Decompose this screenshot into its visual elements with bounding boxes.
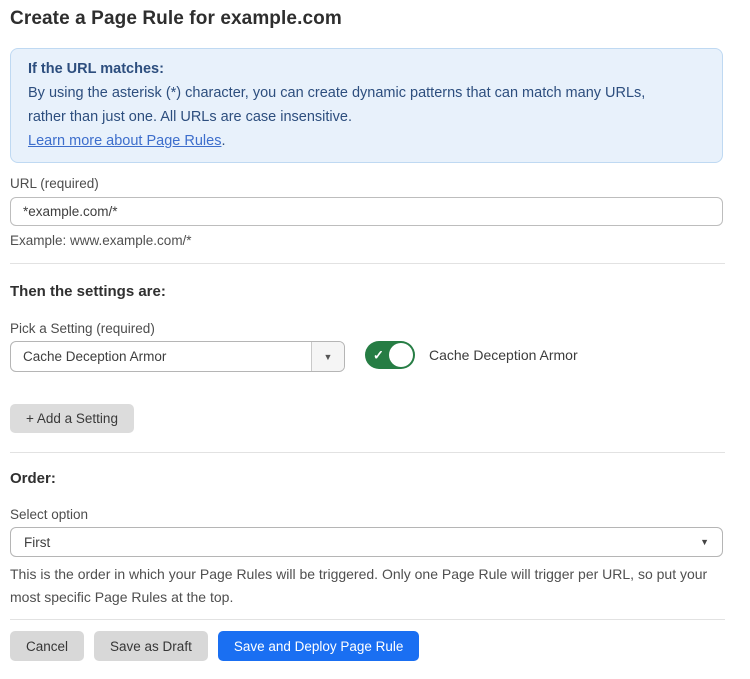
learn-more-link[interactable]: Learn more about Page Rules <box>28 133 221 149</box>
check-icon: ✓ <box>373 349 384 362</box>
chevron-down-icon: ▼ <box>324 352 333 362</box>
setting-dropdown[interactable]: Cache Deception Armor ▼ <box>10 341 345 372</box>
info-box-heading: If the URL matches: <box>28 57 705 81</box>
save-and-deploy-button[interactable]: Save and Deploy Page Rule <box>218 631 420 661</box>
info-box-body-line1: By using the asterisk (*) character, you… <box>28 81 705 105</box>
page-title: Create a Page Rule for example.com <box>10 8 342 30</box>
url-example-text: Example: www.example.com/* <box>10 233 192 248</box>
divider <box>10 619 725 620</box>
url-input[interactable] <box>10 197 723 226</box>
url-field-label: URL (required) <box>10 176 99 191</box>
setting-dropdown-button[interactable]: ▼ <box>311 342 344 371</box>
add-setting-button[interactable]: + Add a Setting <box>10 404 134 433</box>
order-select-label: Select option <box>10 507 88 522</box>
order-help-line2: most specific Page Rules at the top. <box>10 586 728 609</box>
divider <box>10 263 725 264</box>
footer-actions: Cancel Save as Draft Save and Deploy Pag… <box>10 631 419 661</box>
order-help-text: This is the order in which your Page Rul… <box>10 563 728 609</box>
order-select-value: First <box>24 535 50 550</box>
url-match-info-box: If the URL matches: By using the asteris… <box>10 48 723 163</box>
pick-setting-label: Pick a Setting (required) <box>10 321 155 336</box>
settings-section-heading: Then the settings are: <box>10 283 166 300</box>
order-section-heading: Order: <box>10 470 56 487</box>
toggle-knob <box>389 343 413 367</box>
info-box-body-line2: rather than just one. All URLs are case … <box>28 105 705 129</box>
save-as-draft-button[interactable]: Save as Draft <box>94 631 208 661</box>
setting-toggle-row: ✓ Cache Deception Armor <box>365 341 578 369</box>
chevron-down-icon: ▼ <box>700 537 709 547</box>
setting-dropdown-value: Cache Deception Armor <box>11 342 311 371</box>
setting-toggle-label: Cache Deception Armor <box>429 347 578 363</box>
setting-toggle[interactable]: ✓ <box>365 341 415 369</box>
cancel-button[interactable]: Cancel <box>10 631 84 661</box>
order-help-line1: This is the order in which your Page Rul… <box>10 563 728 586</box>
order-select[interactable]: First ▼ <box>10 527 723 557</box>
divider <box>10 452 725 453</box>
link-suffix: . <box>221 133 225 149</box>
